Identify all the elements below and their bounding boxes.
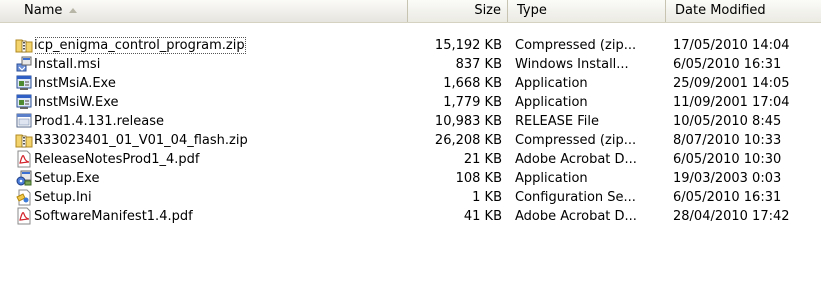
column-header-date-modified[interactable]: Date Modified xyxy=(666,0,821,22)
application-icon xyxy=(15,93,33,111)
file-row[interactable]: Prod1.4.131.release 10,983 KB RELEASE File… xyxy=(0,112,821,131)
file-row[interactable]: icp_enigma_control_program.zip 15,192 KB C… xyxy=(0,36,821,55)
file-name-text: Setup.Exe xyxy=(34,171,100,186)
file-name[interactable]: Prod1.4.131.release xyxy=(34,112,404,131)
file-type: Application xyxy=(515,171,588,186)
file-type: Adobe Acrobat D... xyxy=(515,209,637,224)
column-header-type[interactable]: Type xyxy=(508,0,666,22)
file-name[interactable]: Setup.Ini xyxy=(34,188,404,207)
column-header-name-label: Name xyxy=(24,3,63,18)
zip-folder-icon xyxy=(15,131,33,149)
msi-installer-icon xyxy=(15,55,33,73)
file-name[interactable]: icp_enigma_control_program.zip xyxy=(34,36,404,55)
file-name-text: icp_enigma_control_program.zip xyxy=(34,37,246,54)
file-name[interactable]: Install.msi xyxy=(34,55,404,74)
file-row[interactable]: InstMsiA.Exe 1,668 KB Application 25/09/200… xyxy=(0,74,821,93)
file-date-modified: 8/07/2010 10:33 xyxy=(673,133,782,148)
file-date-modified: 28/04/2010 17:42 xyxy=(673,209,790,224)
file-size: 10,983 KB xyxy=(434,114,502,129)
file-row[interactable]: ReleaseNotesProd1_4.pdf 21 KB Adobe Acroba… xyxy=(0,150,821,169)
generic-file-icon xyxy=(15,112,33,130)
file-size: 1,668 KB xyxy=(443,76,502,91)
file-row[interactable]: R33023401_01_V01_04_flash.zip 26,208 KB Co… xyxy=(0,131,821,150)
file-type: Application xyxy=(515,76,588,91)
file-name-text: SoftwareManifest1.4.pdf xyxy=(34,209,193,224)
file-row[interactable]: Setup.Ini 1 KB Configuration Se... 6/05/201… xyxy=(0,188,821,207)
column-header-bar: Name Size Type Date Modified xyxy=(0,0,821,23)
column-header-size[interactable]: Size xyxy=(408,0,508,22)
sort-ascending-icon xyxy=(69,8,77,13)
pdf-icon xyxy=(15,150,33,168)
file-date-modified: 10/05/2010 8:45 xyxy=(673,114,782,129)
file-row[interactable]: InstMsiW.Exe 1,779 KB Application 11/09/200… xyxy=(0,93,821,112)
file-name[interactable]: ReleaseNotesProd1_4.pdf xyxy=(34,150,404,169)
file-name[interactable]: R33023401_01_V01_04_flash.zip xyxy=(34,131,404,150)
column-header-type-label: Type xyxy=(517,3,547,18)
column-header-name[interactable]: Name xyxy=(0,0,408,22)
setup-icon xyxy=(15,169,33,187)
file-name[interactable]: InstMsiW.Exe xyxy=(34,93,404,112)
file-size: 21 KB xyxy=(463,152,502,167)
file-name-text: Prod1.4.131.release xyxy=(34,114,165,129)
file-name-text: ReleaseNotesProd1_4.pdf xyxy=(34,152,200,167)
file-name-text: Install.msi xyxy=(34,57,101,72)
file-name-text: InstMsiA.Exe xyxy=(34,76,116,91)
file-name[interactable]: InstMsiA.Exe xyxy=(34,74,404,93)
file-size: 41 KB xyxy=(463,209,502,224)
file-size: 837 KB xyxy=(455,57,502,72)
file-size: 108 KB xyxy=(455,171,502,186)
file-type: Configuration Se... xyxy=(515,190,636,205)
file-type: Compressed (zip... xyxy=(515,133,637,148)
file-size: 15,192 KB xyxy=(434,38,502,53)
file-list: icp_enigma_control_program.zip 15,192 KB C… xyxy=(0,36,821,226)
file-date-modified: 19/03/2003 0:03 xyxy=(673,171,782,186)
file-size: 1 KB xyxy=(472,190,502,205)
file-type: Windows Install... xyxy=(515,57,629,72)
column-header-date-label: Date Modified xyxy=(675,3,766,18)
file-type: Compressed (zip... xyxy=(515,38,637,53)
file-date-modified: 6/05/2010 16:31 xyxy=(673,57,782,72)
file-name[interactable]: Setup.Exe xyxy=(34,169,404,188)
file-type: Adobe Acrobat D... xyxy=(515,152,637,167)
file-size: 26,208 KB xyxy=(434,133,502,148)
file-name-text: Setup.Ini xyxy=(34,190,92,205)
file-type: RELEASE File xyxy=(515,114,599,129)
file-row[interactable]: Install.msi 837 KB Windows Install... 6/05/… xyxy=(0,55,821,74)
pdf-icon xyxy=(15,207,33,225)
file-row[interactable]: Setup.Exe 108 KB Application 19/03/2003 0:0… xyxy=(0,169,821,188)
file-date-modified: 17/05/2010 14:04 xyxy=(673,38,790,53)
application-icon xyxy=(15,74,33,92)
zip-folder-icon xyxy=(15,36,33,54)
file-name-text: R33023401_01_V01_04_flash.zip xyxy=(34,133,248,148)
file-name-text: InstMsiW.Exe xyxy=(34,95,119,110)
file-size: 1,779 KB xyxy=(443,95,502,110)
config-file-icon xyxy=(15,188,33,206)
file-date-modified: 25/09/2001 14:05 xyxy=(673,76,790,91)
column-header-size-label: Size xyxy=(474,3,501,18)
file-type: Application xyxy=(515,95,588,110)
file-date-modified: 6/05/2010 10:30 xyxy=(673,152,782,167)
file-row[interactable]: SoftwareManifest1.4.pdf 41 KB Adobe Acroba… xyxy=(0,207,821,226)
file-name[interactable]: SoftwareManifest1.4.pdf xyxy=(34,207,404,226)
file-date-modified: 11/09/2001 17:04 xyxy=(673,95,790,110)
file-date-modified: 6/05/2010 16:31 xyxy=(673,190,782,205)
